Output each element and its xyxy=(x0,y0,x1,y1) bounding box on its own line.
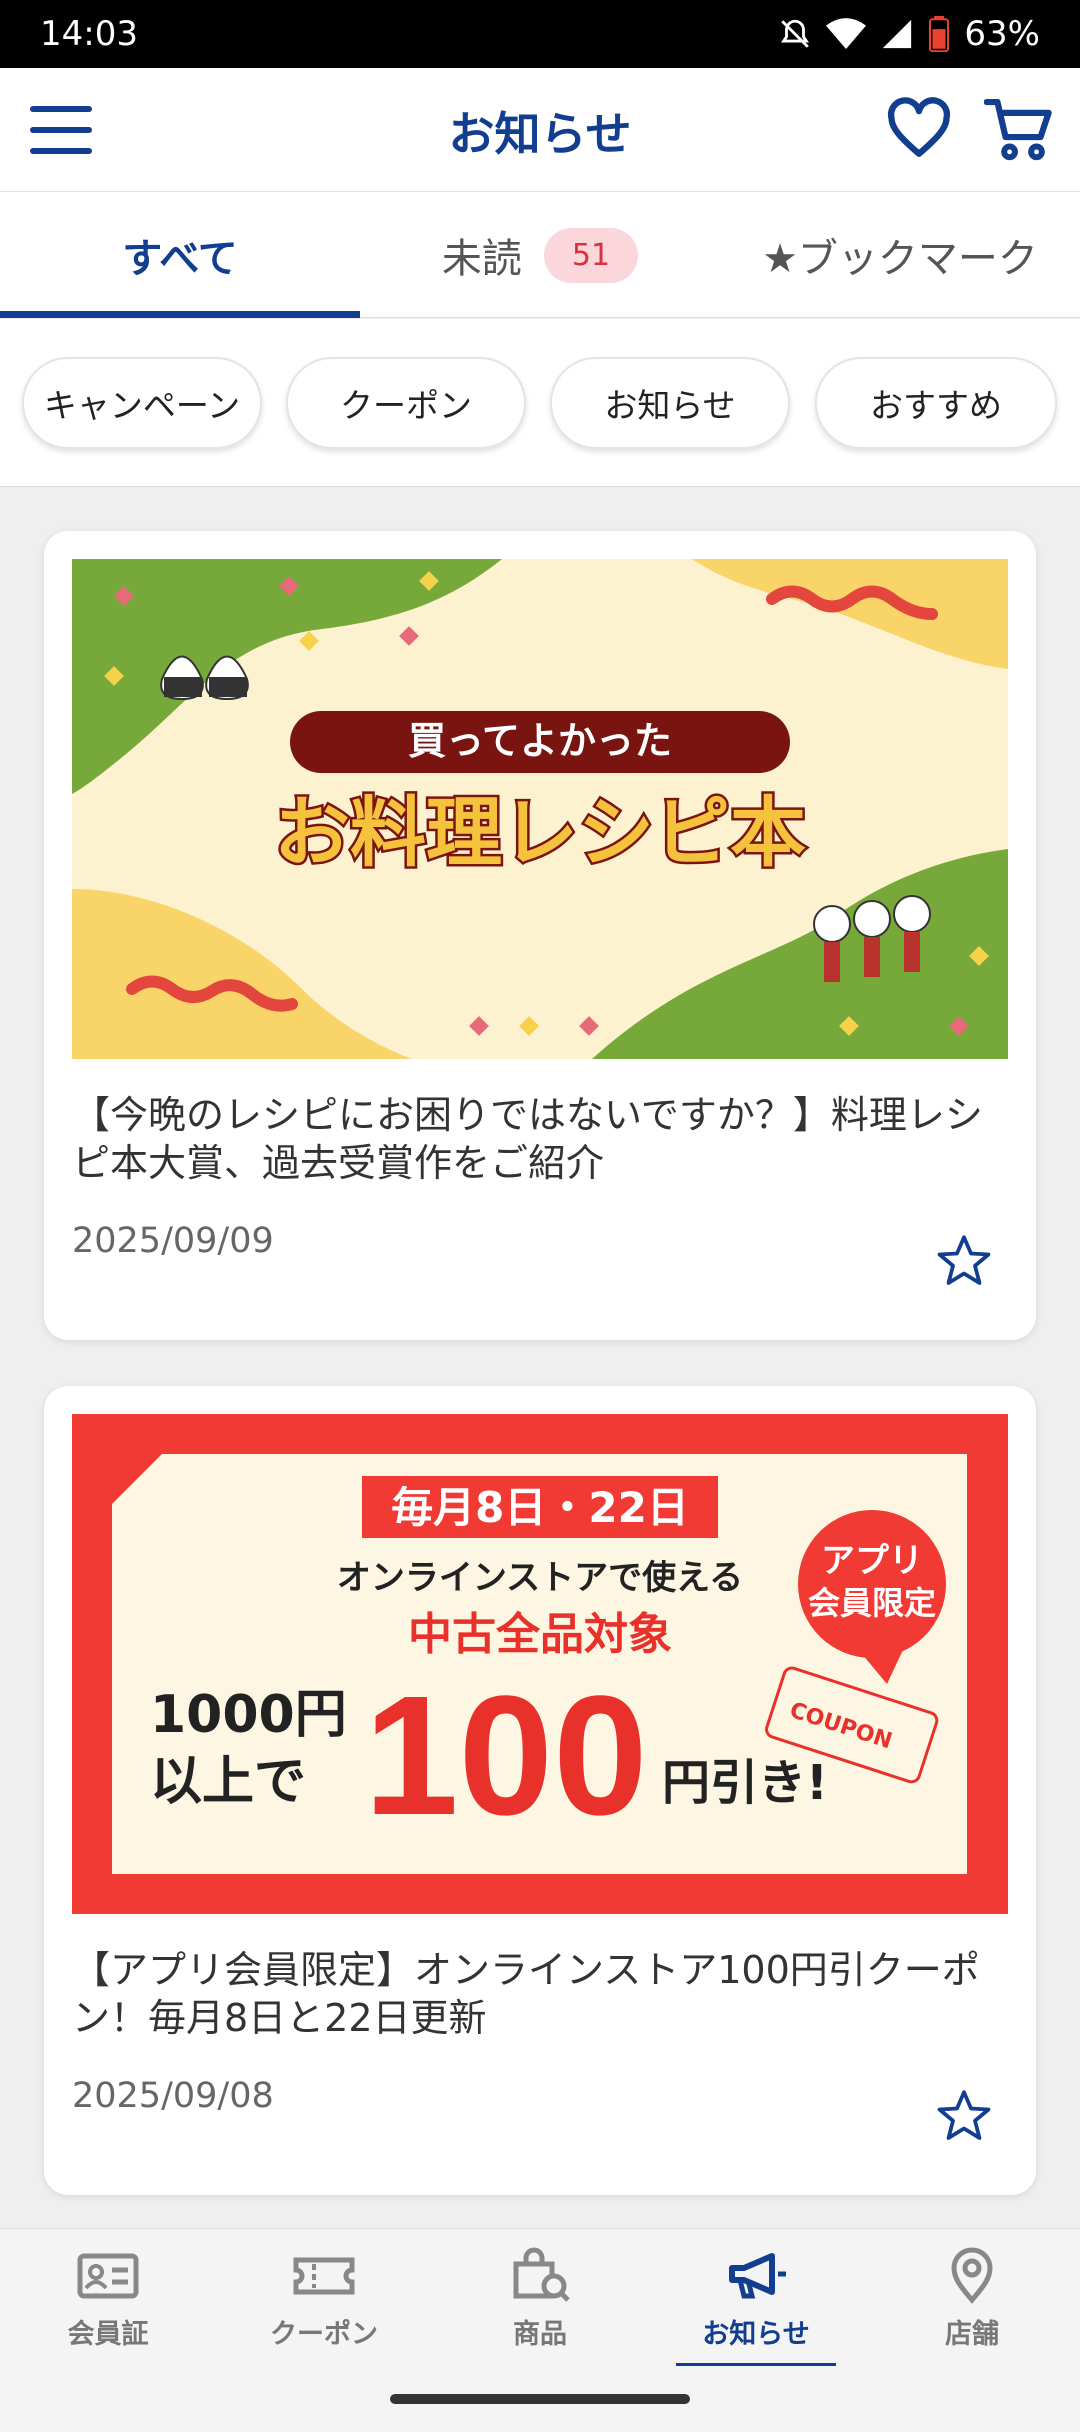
article-title[interactable]: 【アプリ会員限定】オンラインストア100円引クーポン！毎月8日と22日更新 xyxy=(72,1946,1012,2042)
home-gesture-bar[interactable] xyxy=(390,2394,690,2404)
banner-headline-text: お料理レシピ本 xyxy=(274,788,806,877)
wifi-icon xyxy=(826,18,867,49)
nav-stores[interactable]: 店舗 xyxy=(864,2229,1080,2367)
tab-unread[interactable]: 未読 51 xyxy=(360,192,720,318)
chip-coupon-label: クーポン xyxy=(340,386,472,425)
coupon-line2-text: 中古全品対象 xyxy=(408,1609,672,1660)
article-card[interactable]: 毎月8日・22日 オンラインストアで使える 中古全品対象 1000円 以上で 1… xyxy=(44,1386,1036,2195)
nav-products-label: 商品 xyxy=(513,2318,567,2350)
status-icons: 63% xyxy=(778,14,1040,54)
nav-member-card-label: 会員証 xyxy=(67,2318,149,2350)
member-card-icon xyxy=(77,2253,139,2298)
chip-recommend[interactable]: おすすめ xyxy=(815,357,1057,449)
tab-bar: すべて 未読 51 ★ブックマーク xyxy=(0,192,1080,318)
cart-icon[interactable] xyxy=(984,96,1054,162)
coupon-banner-image[interactable]: 毎月8日・22日 オンラインストアで使える 中古全品対象 1000円 以上で 1… xyxy=(72,1414,1008,1914)
coupon-left-b-text: 以上で xyxy=(150,1752,306,1812)
article-title[interactable]: 【今晩のレシピにお困りではないですか？】料理レシピ本大賞、過去受賞作をご紹介 xyxy=(72,1091,1012,1187)
coupon-badge-b-text: 会員限定 xyxy=(808,1584,936,1622)
nav-coupon-label: クーポン xyxy=(270,2318,378,2350)
nav-member-card[interactable]: 会員証 xyxy=(0,2229,216,2367)
battery-percent: 63% xyxy=(964,14,1040,54)
bookmark-star-icon[interactable] xyxy=(934,1231,994,1291)
chip-news[interactable]: お知らせ xyxy=(550,357,790,449)
chip-campaign-label: キャンペーン xyxy=(43,386,241,425)
app-header: お知らせ xyxy=(0,68,1080,192)
bookmark-star-icon[interactable] xyxy=(934,2086,994,2146)
chip-news-label: お知らせ xyxy=(604,386,736,425)
coupon-line1-text: オンラインストアで使える xyxy=(337,1558,743,1598)
mute-bell-icon xyxy=(781,19,810,48)
chip-recommend-label: おすすめ xyxy=(870,386,1002,425)
location-pin-icon xyxy=(951,2247,993,2304)
nav-news[interactable]: お知らせ xyxy=(648,2229,864,2367)
nav-coupon[interactable]: クーポン xyxy=(216,2229,432,2367)
battery-icon xyxy=(929,16,950,52)
chip-coupon[interactable]: クーポン xyxy=(286,357,526,449)
status-time: 14:03 xyxy=(40,14,138,54)
gesture-area xyxy=(0,2366,1080,2432)
chip-campaign[interactable]: キャンペーン xyxy=(22,357,262,449)
article-date: 2025/09/09 xyxy=(72,1221,274,1261)
ticket-icon xyxy=(293,2257,355,2294)
coupon-top-text: 毎月8日・22日 xyxy=(391,1483,689,1532)
banner-ribbon-text: 買ってよかった xyxy=(408,719,672,763)
coupon-left-a-text: 1000円 xyxy=(150,1685,347,1745)
coupon-big-number: 100 xyxy=(364,1661,648,1851)
tab-bookmark[interactable]: ★ブックマーク xyxy=(720,192,1080,318)
tab-all[interactable]: すべて xyxy=(0,192,360,318)
nav-stores-label: 店舗 xyxy=(945,2318,999,2350)
status-bar: 14:03 63% xyxy=(0,0,1080,68)
tab-all-label: すべて xyxy=(122,236,238,282)
megaphone-icon xyxy=(729,2252,786,2298)
bottom-navigation: 会員証 クーポン 商品 お知らせ 店舗 xyxy=(0,2228,1080,2367)
nav-news-label: お知らせ xyxy=(702,2318,810,2350)
tab-unread-label: 未読 xyxy=(441,236,522,282)
shopping-bag-search-icon xyxy=(513,2247,570,2302)
nav-products[interactable]: 商品 xyxy=(432,2229,648,2367)
coupon-right-text: 円引き! xyxy=(662,1755,828,1811)
signal-icon xyxy=(883,19,912,49)
filter-chip-bar: キャンペーン クーポン お知らせ おすすめ xyxy=(0,319,1080,487)
tab-bookmark-label: ★ブックマーク xyxy=(762,236,1038,282)
heart-icon[interactable] xyxy=(886,96,952,162)
recipe-banner-image[interactable]: 買ってよかった お料理レシピ本 xyxy=(72,559,1008,1059)
article-date: 2025/09/08 xyxy=(72,2076,274,2116)
article-card[interactable]: 買ってよかった お料理レシピ本 【今晩のレシピにお困りではないですか？】料理レシ… xyxy=(44,531,1036,1340)
unread-count-badge: 51 xyxy=(543,227,639,283)
coupon-badge-a-text: アプリ xyxy=(821,1541,923,1581)
